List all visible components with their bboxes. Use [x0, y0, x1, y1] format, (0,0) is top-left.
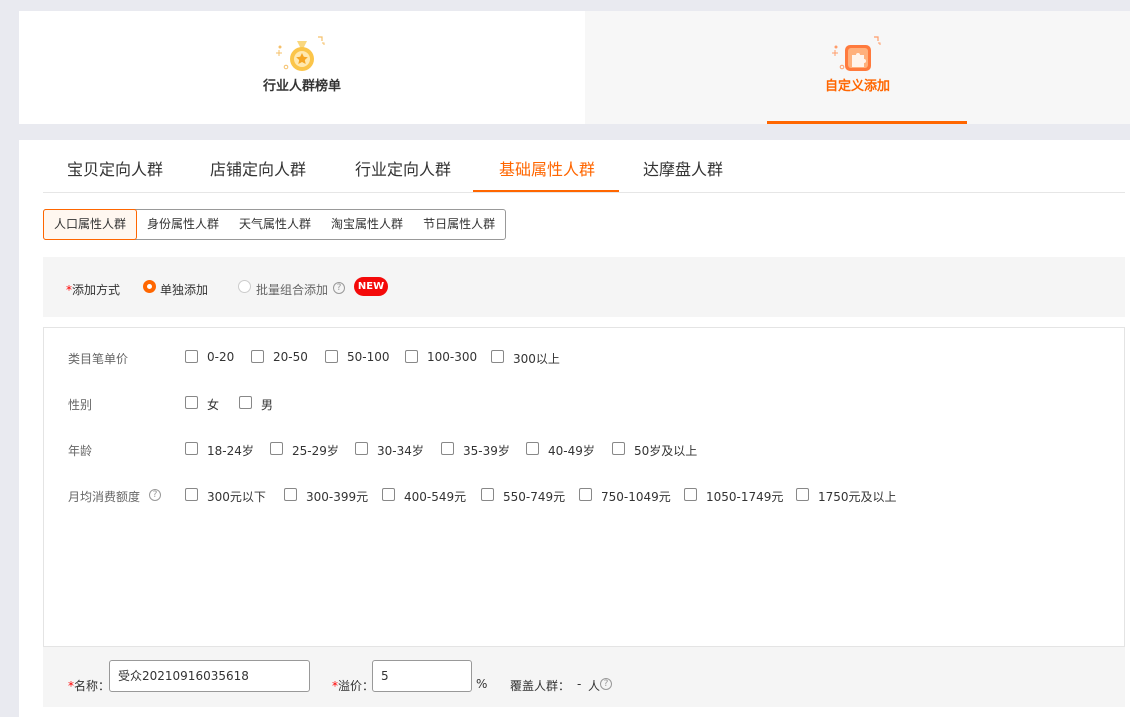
subtab-population[interactable]: 人口属性人群 [43, 209, 138, 240]
add-method-row: *添加方式 单独添加 批量组合添加 ? NEW [43, 257, 1125, 317]
checkbox-label: 男 [261, 398, 274, 412]
name-label: *名称： [68, 677, 110, 694]
top-tab-custom-add[interactable]: 自定义添加 [585, 11, 1130, 124]
top-mode-switch: 行业人群榜单 自定义添加 [19, 11, 1130, 124]
checkbox-label: 300以上 [513, 352, 560, 366]
checkbox-label: 300元以下 [207, 490, 266, 504]
checkbox-label: 20-50 [273, 350, 308, 364]
checkbox[interactable] [382, 488, 395, 501]
checkbox[interactable] [796, 488, 809, 501]
checkbox-label: 1050-1749元 [706, 490, 784, 504]
radio-single-add[interactable] [143, 280, 156, 293]
top-tab-industry-ranking[interactable]: 行业人群榜单 [19, 11, 585, 124]
coverage-value: - [577, 677, 582, 691]
attr-label-monthly-spend: 月均消费额度 [68, 488, 140, 505]
checkbox[interactable] [579, 488, 592, 501]
main-panel: 宝贝定向人群 店铺定向人群 行业定向人群 基础属性人群 达摩盘人群 人口属性人群… [19, 140, 1130, 717]
checkbox-label: 400-549元 [404, 490, 467, 504]
top-tab-label: 行业人群榜单 [262, 79, 341, 94]
crowd-settings-footer: *名称： 受众20210916035618 *溢价： 5 % 覆盖人群： - 人… [43, 647, 1125, 707]
checkbox[interactable] [405, 350, 418, 363]
question-icon[interactable]: ? [600, 678, 612, 690]
top-tab-underline [767, 121, 967, 124]
question-icon[interactable]: ? [333, 282, 345, 294]
checkbox-label: 25-29岁 [292, 444, 339, 458]
subtab-taobao[interactable]: 淘宝属性人群 [321, 210, 413, 239]
checkbox[interactable] [491, 350, 504, 363]
attr-label-gender: 性别 [68, 398, 93, 412]
premium-input[interactable]: 5 [372, 660, 472, 692]
checkbox-label: 35-39岁 [463, 444, 510, 458]
subtab-weather[interactable]: 天气属性人群 [229, 210, 321, 239]
tab-item-targeting[interactable]: 宝贝定向人群 [67, 156, 163, 180]
checkbox-label: 750-1049元 [601, 490, 671, 504]
checkbox-label: 300-399元 [306, 490, 369, 504]
attribute-options-box: 类目笔单价 0-20 20-50 50-100 100-300 300以上 性别… [43, 327, 1125, 647]
coverage-label: 覆盖人群： [510, 679, 571, 693]
name-label-text: 名称： [74, 679, 111, 693]
checkbox-label: 1750元及以上 [818, 490, 897, 504]
checkbox-label: 18-24岁 [207, 444, 254, 458]
tab-store-targeting[interactable]: 店铺定向人群 [210, 156, 306, 180]
checkbox[interactable] [441, 442, 454, 455]
add-method-label: *添加方式 [66, 281, 120, 298]
checkbox-label: 女 [207, 398, 220, 412]
checkbox[interactable] [526, 442, 539, 455]
question-icon[interactable]: ? [149, 489, 161, 501]
tab-damopan[interactable]: 达摩盘人群 [643, 156, 723, 180]
tab-basic-attributes[interactable]: 基础属性人群 [499, 156, 595, 180]
checkbox[interactable] [185, 488, 198, 501]
subtab-identity[interactable]: 身份属性人群 [137, 210, 229, 239]
premium-label: *溢价： [332, 677, 374, 694]
radio-batch-add[interactable] [238, 280, 251, 293]
checkbox-label: 50-100 [347, 350, 390, 364]
tab-active-underline [473, 190, 619, 192]
checkbox-label: 40-49岁 [548, 444, 595, 458]
checkbox[interactable] [284, 488, 297, 501]
checkbox[interactable] [612, 442, 625, 455]
checkbox[interactable] [481, 488, 494, 501]
tab-industry-targeting[interactable]: 行业定向人群 [355, 156, 451, 180]
checkbox-label: 0-20 [207, 350, 235, 364]
add-method-text: 添加方式 [72, 283, 121, 297]
checkbox[interactable] [251, 350, 264, 363]
premium-unit: % [476, 677, 488, 691]
radio-batch-add-label[interactable]: 批量组合添加 [256, 281, 328, 298]
checkbox[interactable] [270, 442, 283, 455]
coverage-unit: 人 [588, 679, 601, 693]
attr-label-age: 年龄 [68, 444, 93, 458]
attr-label-price: 类目笔单价 [68, 352, 129, 366]
top-tab-label: 自定义添加 [824, 79, 890, 94]
subtab-festival[interactable]: 节日属性人群 [413, 210, 505, 239]
checkbox[interactable] [355, 442, 368, 455]
attribute-subtabs: 人口属性人群 身份属性人群 天气属性人群 淘宝属性人群 节日属性人群 [43, 209, 507, 240]
checkbox[interactable] [239, 396, 252, 409]
new-badge: NEW [354, 277, 388, 296]
checkbox-label: 100-300 [427, 350, 478, 364]
checkbox-label: 30-34岁 [377, 444, 424, 458]
name-input[interactable]: 受众20210916035618 [109, 660, 310, 692]
checkbox[interactable] [185, 396, 198, 409]
checkbox[interactable] [185, 442, 198, 455]
checkbox-label: 50岁及以上 [634, 444, 698, 458]
checkbox[interactable] [684, 488, 697, 501]
checkbox-label: 550-749元 [503, 490, 566, 504]
premium-label-text: 溢价： [338, 679, 375, 693]
checkbox[interactable] [325, 350, 338, 363]
checkbox[interactable] [185, 350, 198, 363]
attr-label-text: 月均消费额度 [68, 490, 141, 504]
crowd-type-tabs: 宝贝定向人群 店铺定向人群 行业定向人群 基础属性人群 达摩盘人群 [43, 140, 1125, 193]
radio-single-add-label[interactable]: 单独添加 [160, 281, 208, 298]
